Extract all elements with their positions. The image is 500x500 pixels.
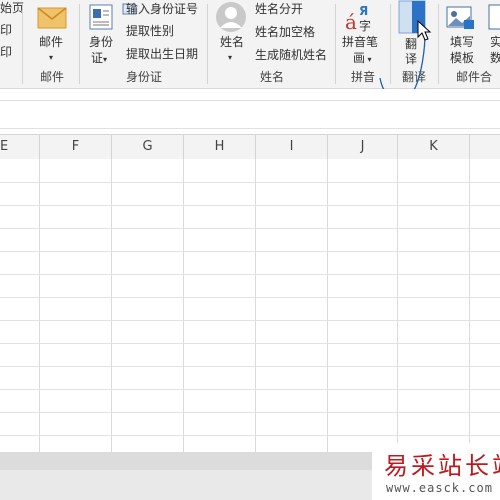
idcard-button[interactable]: 身份 证▾: [83, 2, 119, 66]
mailmerge-partial-label-2: 数: [490, 51, 500, 65]
idcard-button-label-2: 证▾: [91, 51, 108, 65]
formula-bar-border: [0, 100, 500, 101]
fill-template-label-2: 模板: [450, 51, 475, 65]
column-header-k[interactable]: K: [398, 135, 470, 159]
translate-button-label-2: 译: [405, 52, 418, 66]
partial-item-2[interactable]: 印: [0, 22, 12, 38]
group-separator: [207, 4, 208, 84]
watermark: 易采站长站 www.easck.com: [372, 443, 500, 500]
chevron-down-icon: ▾: [103, 55, 108, 64]
pinyin-button-label-2: 画 ▾: [353, 51, 372, 65]
document-icon: [488, 4, 500, 30]
chevron-down-icon: ▾: [228, 53, 233, 62]
idcard-item-1[interactable]: 提取性别: [126, 23, 174, 39]
pinyin-group-label: 拼音: [350, 70, 375, 84]
template-icon: [446, 6, 474, 29]
formula-bar-border: [0, 128, 500, 129]
name-item-1[interactable]: 姓名加空格: [255, 24, 315, 40]
watermark-text: 易采站长站: [384, 452, 500, 480]
person-icon: [216, 2, 246, 32]
idcard-item-2[interactable]: 提取出生日期: [126, 46, 198, 62]
pinyin-icon: á Я 字: [345, 4, 372, 34]
chevron-down-icon: ▾: [49, 53, 54, 62]
name-item-2[interactable]: 生成随机姓名: [255, 47, 327, 63]
column-header-partial[interactable]: [470, 135, 500, 159]
group-separator: [438, 4, 439, 84]
chevron-down-icon: ▾: [365, 55, 372, 64]
column-header-f[interactable]: F: [40, 135, 112, 159]
name-button[interactable]: 姓名 ▾: [212, 0, 250, 66]
mailmerge-partial-label-1: 实: [490, 35, 500, 49]
partial-item-3[interactable]: 印: [0, 44, 12, 60]
column-header-i[interactable]: I: [256, 135, 328, 159]
column-header-g[interactable]: G: [112, 135, 184, 159]
formula-bar[interactable]: [0, 89, 500, 129]
group-separator: [79, 4, 80, 84]
mail-button-label: 邮件: [39, 35, 64, 49]
fill-template-label-1: 填写: [450, 35, 475, 49]
watermark-url: www.easck.com: [386, 481, 493, 495]
group-separator: [22, 4, 23, 84]
idcard-item-label: 输入身份证号: [126, 2, 199, 16]
column-header-row: E F G H I J K: [0, 134, 500, 160]
translate-group-label: 翻译: [401, 70, 426, 84]
pinyin-button[interactable]: á Я 字 拼音笔 画 ▾: [339, 2, 383, 66]
fill-template-button[interactable]: 填写 模板: [443, 2, 481, 66]
idcard-group-label: 身份证: [125, 70, 162, 84]
column-header-e[interactable]: E: [0, 135, 40, 159]
name-button-label: 姓名: [220, 35, 245, 49]
pinyin-button-label-1: 拼音笔: [342, 35, 379, 49]
ribbon: 始页 印 印 邮件 ▾ 邮件 身份 证▾ 输入身份证号 提取性别 提取出生日期 …: [0, 0, 500, 88]
idcard-button-label-1: 身份: [89, 35, 114, 49]
name-item-0[interactable]: 姓名分开: [255, 1, 303, 17]
mouse-cursor-icon: [417, 20, 432, 41]
cell-grid[interactable]: [0, 159, 500, 452]
mail-button[interactable]: 邮件 ▾: [30, 2, 74, 64]
column-header-h[interactable]: H: [184, 135, 256, 159]
translate-button-label-1: 翻: [405, 37, 418, 51]
envelope-icon: [37, 7, 67, 29]
group-separator: [335, 4, 336, 84]
partial-item-1[interactable]: 始页: [0, 0, 24, 16]
column-header-j[interactable]: J: [328, 135, 398, 159]
name-group-label: 姓名: [259, 70, 284, 84]
mailmerge-partial-button[interactable]: 实 数: [485, 2, 500, 66]
group-separator: [390, 4, 391, 84]
mail-group-label: 邮件: [39, 70, 64, 84]
mailmerge-group-label: 邮件合: [456, 70, 493, 84]
id-card-icon: [89, 4, 113, 30]
